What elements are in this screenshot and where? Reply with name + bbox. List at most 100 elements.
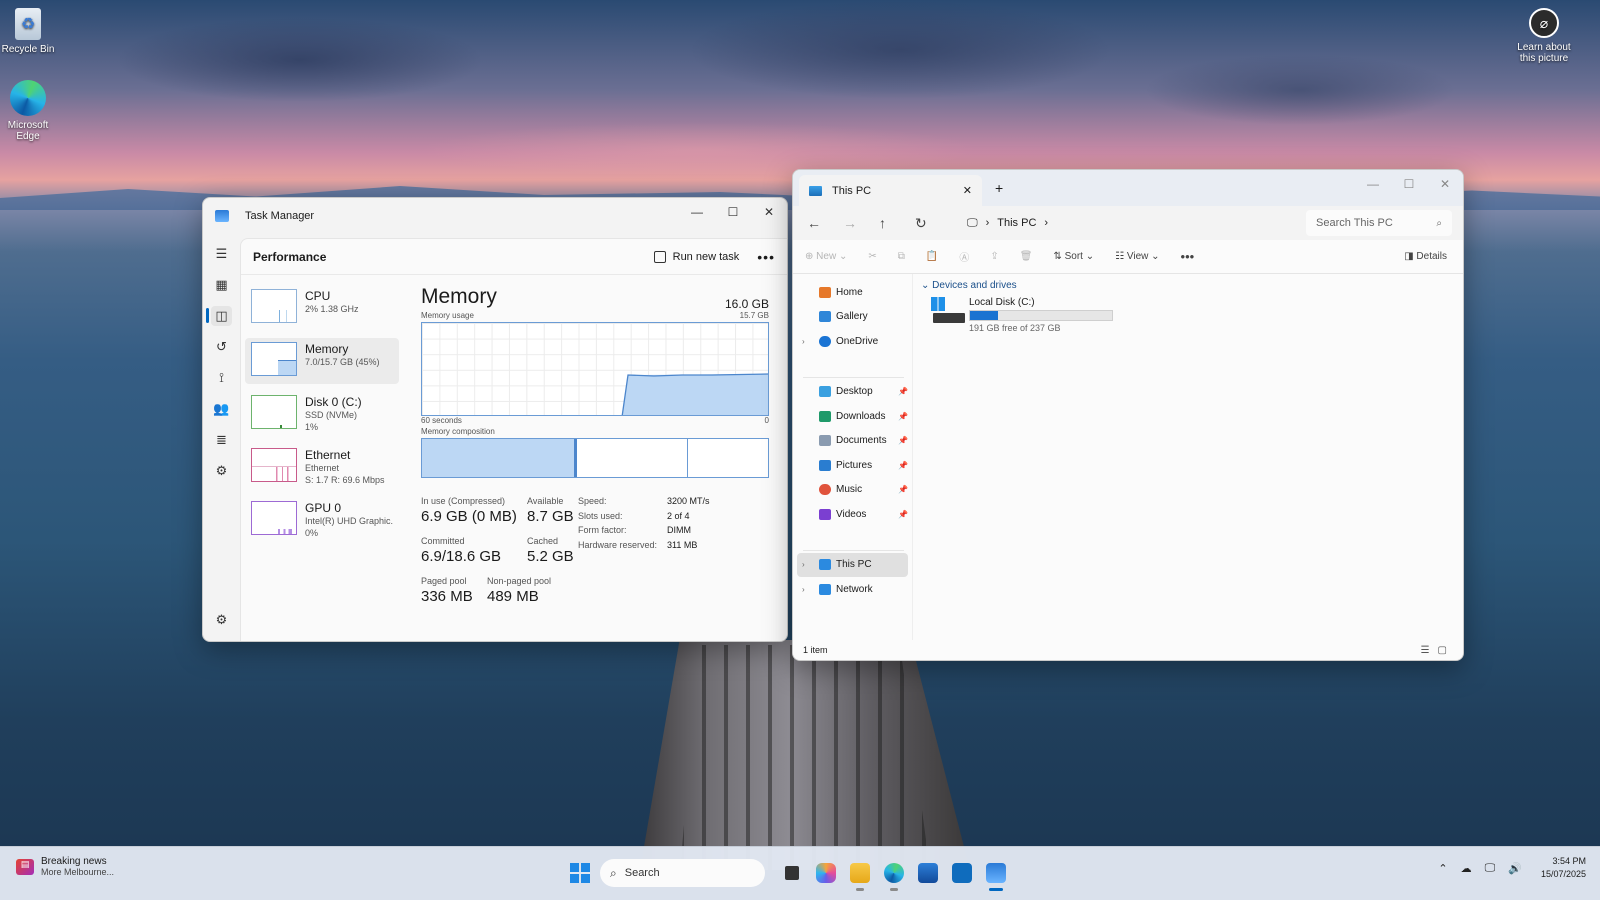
chevron-right-icon[interactable]: ›: [802, 585, 805, 594]
maximize-button[interactable]: ☐: [715, 198, 751, 226]
close-tab-icon[interactable]: ✕: [963, 184, 972, 197]
documents-icon: [819, 435, 831, 447]
sidebar-item-music[interactable]: Music 📌: [793, 478, 912, 503]
resource-gpu[interactable]: GPU 0 Intel(R) UHD Graphic... 0%: [245, 497, 399, 543]
pin-icon: 📌: [898, 411, 908, 421]
settings-gear-icon[interactable]: ⚙: [203, 604, 240, 635]
monitor-icon: 🖵: [967, 216, 978, 229]
run-new-task-button[interactable]: Run new task: [653, 250, 739, 263]
cut-icon[interactable]: ✂: [868, 251, 876, 262]
close-button[interactable]: ✕: [751, 198, 787, 226]
sidebar-item-desktop[interactable]: Desktop 📌: [793, 380, 912, 405]
users-icon[interactable]: 👥: [203, 393, 240, 424]
hamburger-menu-icon[interactable]: ☰: [203, 238, 240, 269]
services-icon[interactable]: ⚙: [203, 455, 240, 486]
memory-detail-panel: Memory 16.0 GB Memory usage 15.7 GB 60 s…: [421, 285, 769, 616]
memory-stats: In use (Compressed) 6.9 GB (0 MB) Availa…: [421, 496, 769, 616]
sidebar-item-downloads[interactable]: Downloads 📌: [793, 404, 912, 429]
chevron-up-icon[interactable]: ⌃: [1438, 862, 1447, 875]
start-button[interactable]: [570, 863, 590, 883]
memory-thumbnail-graph: [251, 342, 297, 376]
taskbar-search[interactable]: ⌕ Search: [600, 859, 765, 887]
file-explorer-button[interactable]: [843, 855, 877, 891]
chevron-down-icon: ⌄: [921, 280, 930, 291]
stat-value: 336 MB: [421, 588, 473, 605]
drive-free-space: 191 GB free of 237 GB: [969, 323, 1061, 333]
details-button[interactable]: ◨ Details: [1404, 251, 1447, 262]
onedrive-sync-icon[interactable]: ☁: [1461, 862, 1472, 875]
copilot-button[interactable]: [809, 855, 843, 891]
sidebar-item-home[interactable]: Home: [793, 280, 912, 305]
group-header[interactable]: ⌄ Devices and drives: [921, 280, 1113, 291]
sidebar-item-pictures[interactable]: Pictures 📌: [793, 453, 912, 478]
app-history-icon[interactable]: ↺: [203, 331, 240, 362]
sidebar-item-videos[interactable]: Videos 📌: [793, 502, 912, 527]
minimize-button[interactable]: —: [1355, 170, 1391, 198]
refresh-icon[interactable]: ↻: [915, 215, 951, 232]
stat-in-use: In use (Compressed) 6.9 GB (0 MB): [421, 496, 517, 525]
chevron-right-icon[interactable]: ›: [986, 217, 990, 229]
desktop-icon-edge[interactable]: Microsoft Edge: [0, 80, 64, 142]
outlook-button[interactable]: [945, 855, 979, 891]
sidebar-item-documents[interactable]: Documents 📌: [793, 429, 912, 454]
address-bar[interactable]: 🖵 › This PC ›: [957, 210, 1302, 236]
network-icon[interactable]: 🖵: [1485, 862, 1496, 875]
resource-memory[interactable]: Memory 7.0/15.7 GB (45%): [245, 338, 399, 384]
clock[interactable]: 3:54 PM 15/07/2025: [1541, 855, 1586, 881]
sidebar-item-onedrive[interactable]: › OneDrive: [793, 329, 912, 354]
maximize-button[interactable]: ☐: [1391, 170, 1427, 198]
search-input[interactable]: Search This PC ⌕: [1306, 210, 1452, 236]
desktop-icon-recycle-bin[interactable]: ♻ Recycle Bin: [0, 8, 64, 55]
new-tab-button[interactable]: +: [995, 180, 1003, 196]
task-manager-button[interactable]: [979, 855, 1013, 891]
resource-cpu[interactable]: CPU 2% 1.38 GHz: [245, 285, 399, 331]
news-widget[interactable]: ▤ Breaking news More Melbourne...: [16, 856, 114, 877]
performance-header: Performance Run new task •••: [241, 239, 787, 275]
more-options-button[interactable]: •••: [757, 249, 775, 265]
resource-detail: 7.0/15.7 GB (45%): [305, 357, 380, 367]
item-count: 1 item: [803, 645, 828, 655]
resource-disk[interactable]: Disk 0 (C:) SSD (NVMe) 1%: [245, 391, 399, 437]
sidebar-item-this-pc[interactable]: › This PC: [797, 552, 908, 577]
window-title: Task Manager: [245, 210, 315, 222]
copy-icon[interactable]: ⧉: [898, 251, 905, 262]
edge-button[interactable]: [877, 855, 911, 891]
chevron-right-icon[interactable]: ›: [802, 560, 805, 569]
close-button[interactable]: ✕: [1427, 170, 1463, 198]
share-icon[interactable]: ⇪: [990, 251, 998, 262]
tiles-view-icon[interactable]: ▢: [1438, 645, 1455, 656]
desktop-icon-learn-about-picture[interactable]: ⌀ Learn about this picture: [1508, 8, 1580, 64]
resource-ethernet[interactable]: Ethernet Ethernet S: 1.7 R: 69.6 Mbps: [245, 444, 399, 490]
task-view-button[interactable]: [775, 855, 809, 891]
processes-icon[interactable]: ▦: [203, 269, 240, 300]
startup-apps-icon[interactable]: ⟟: [203, 362, 240, 393]
forward-arrow-icon[interactable]: →: [843, 215, 879, 231]
up-arrow-icon[interactable]: ↑: [879, 215, 915, 231]
sidebar-item-network[interactable]: › Network: [793, 577, 912, 602]
paste-icon[interactable]: 📋: [926, 251, 938, 262]
drive-local-disk-c[interactable]: Local Disk (C:) 191 GB free of 237 GB: [931, 297, 1113, 333]
clock-date: 15/07/2025: [1540, 869, 1586, 879]
tab-this-pc[interactable]: This PC ✕: [799, 175, 982, 206]
back-arrow-icon[interactable]: ←: [807, 215, 843, 231]
chevron-right-icon[interactable]: ›: [1044, 217, 1048, 229]
details-icon[interactable]: ≣: [203, 424, 240, 455]
chevron-right-icon[interactable]: ›: [802, 337, 805, 346]
stat-committed: Committed 6.9/18.6 GB: [421, 536, 501, 565]
resource-name: Ethernet: [305, 448, 351, 462]
sort-button[interactable]: ⇅ Sort ⌄: [1053, 251, 1094, 262]
more-options-button[interactable]: •••: [1181, 249, 1195, 264]
delete-icon[interactable]: 🗑: [1020, 251, 1033, 262]
rename-icon[interactable]: Ⓐ: [959, 249, 969, 264]
sidebar-item-gallery[interactable]: Gallery: [793, 305, 912, 330]
new-button[interactable]: ⊕ New ⌄: [805, 251, 847, 262]
store-button[interactable]: [911, 855, 945, 891]
details-view-icon[interactable]: ☰: [1421, 645, 1438, 656]
navigation-pane: Home Gallery › OneDrive Desktop 📌 Download…: [793, 274, 913, 640]
performance-icon[interactable]: ◫: [203, 300, 240, 331]
breadcrumb[interactable]: This PC: [997, 217, 1036, 229]
gpu-thumbnail-graph: [251, 501, 297, 535]
minimize-button[interactable]: —: [679, 198, 715, 226]
volume-icon[interactable]: 🔊: [1508, 862, 1522, 875]
view-button[interactable]: ☷ View ⌄: [1115, 251, 1159, 262]
